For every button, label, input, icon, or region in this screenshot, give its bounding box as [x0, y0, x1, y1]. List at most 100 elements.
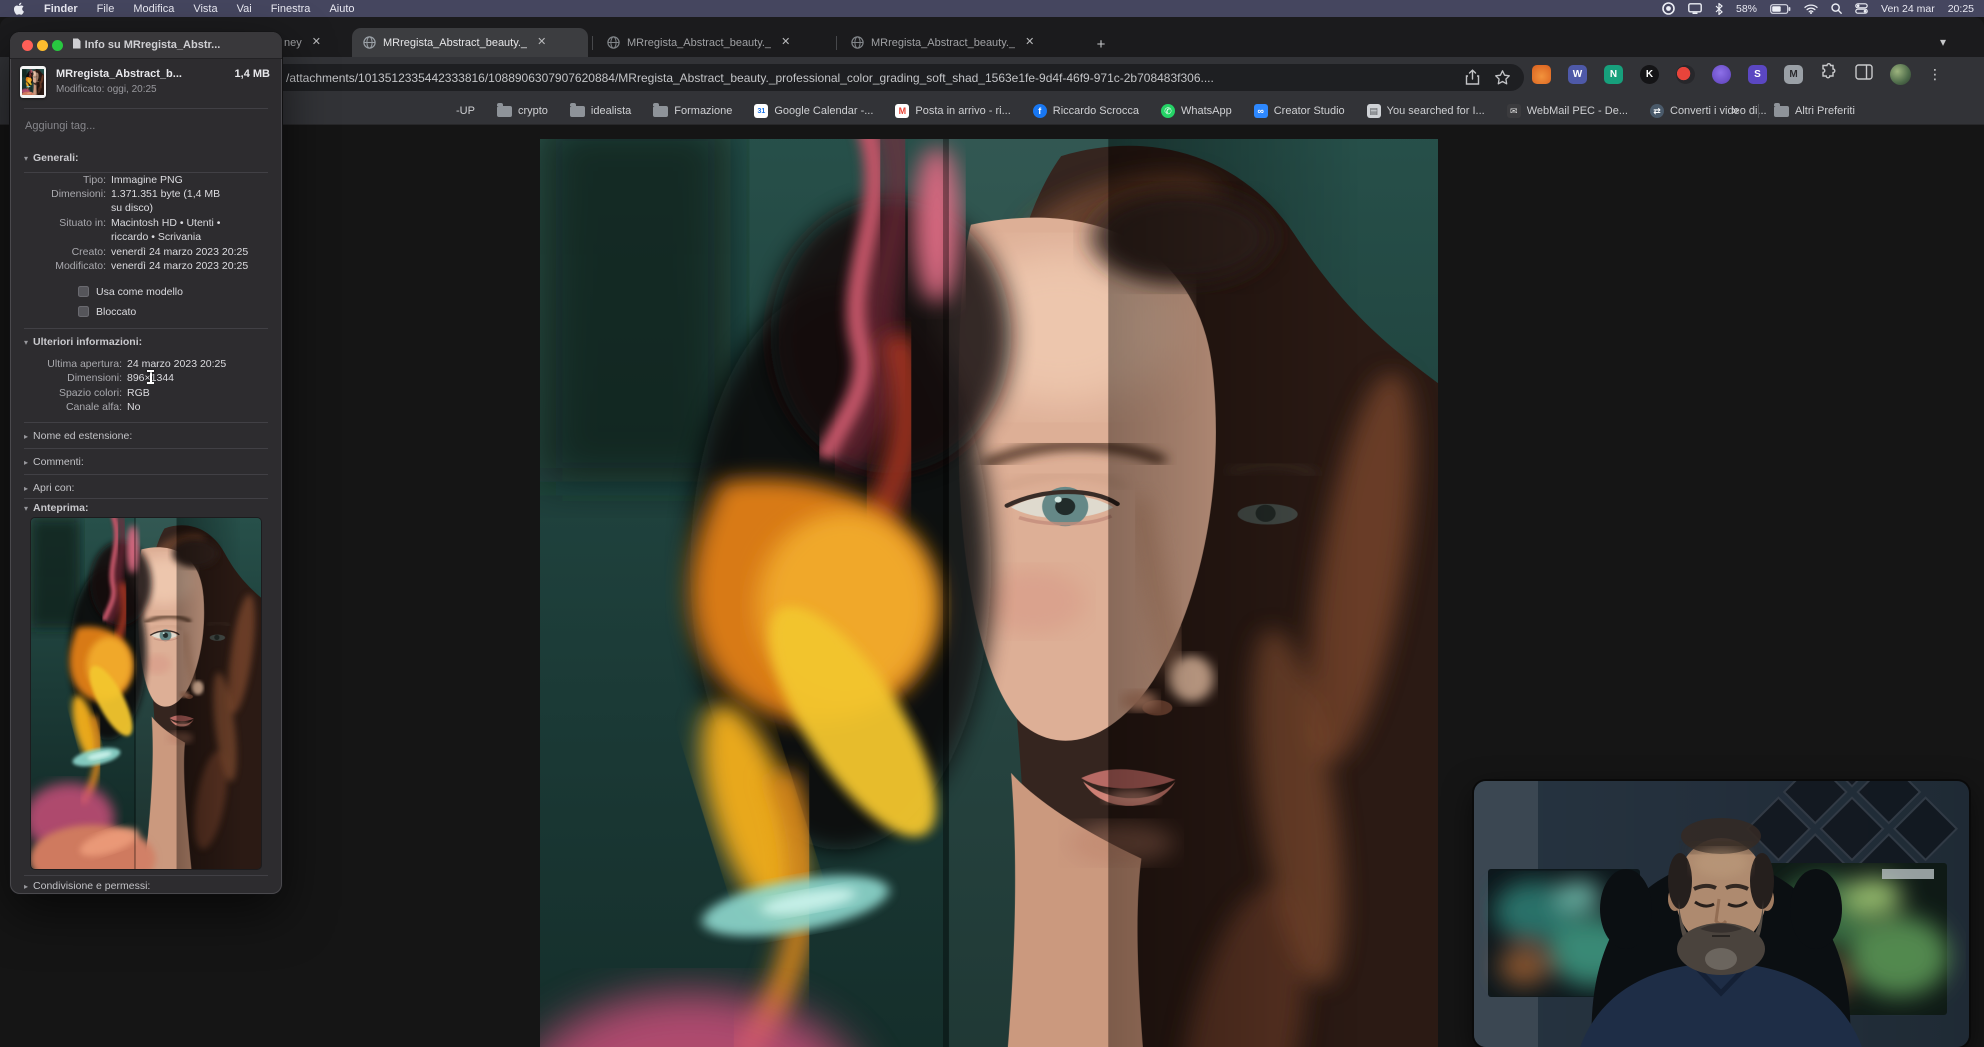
tab-divider [836, 36, 837, 50]
tab-active[interactable]: MRregista_Abstract_beauty._ ✕ [352, 28, 588, 57]
menu-item-file[interactable]: File [97, 3, 115, 15]
portrait-artwork [540, 139, 1438, 1047]
section-commenti[interactable]: ▸ Commenti: [24, 456, 84, 468]
tab-2[interactable]: MRregista_Abstract_beauty._ ✕ [596, 28, 832, 57]
url-text[interactable]: /attachments/1013512335442333816/1088906… [286, 71, 1460, 85]
section-nome-ed-estensione[interactable]: ▸ Nome ed estensione: [24, 430, 132, 442]
folder-icon [569, 102, 585, 117]
webcam-video [1474, 781, 1969, 1047]
converter-icon: ⇄ [1650, 104, 1664, 118]
s-extension-icon[interactable]: S [1748, 65, 1767, 84]
checkbox-bloccato[interactable] [78, 306, 89, 317]
checkbox-usa-come-modello[interactable] [78, 286, 89, 297]
tab-favicon [851, 36, 864, 49]
bookmark-item[interactable]: -UP [436, 104, 475, 118]
control-center-icon[interactable] [1855, 3, 1868, 14]
tab-close-icon[interactable]: ✕ [781, 37, 790, 48]
tab-search-chevron-icon[interactable]: ▾ [1940, 35, 1946, 49]
wifi-icon[interactable] [1804, 4, 1818, 14]
facebook-icon: f [1032, 104, 1047, 118]
tab-label: MRregista_Abstract_beauty._ [627, 36, 772, 49]
menu-item-finestra[interactable]: Finestra [271, 3, 311, 15]
spotlight-search-icon[interactable] [1831, 3, 1842, 14]
bookmark-whatsapp[interactable]: ✆ WhatsApp [1160, 104, 1232, 118]
tab-hidden-partial[interactable]: ney ✕ [270, 28, 350, 57]
bookmark-webmail-pec[interactable]: ✉ WebMail PEC - De... [1506, 104, 1628, 118]
menu-item-finder[interactable]: Finder [44, 3, 78, 15]
m-extension-icon[interactable]: M [1784, 65, 1803, 84]
checkbox-label: Usa come modello [96, 286, 183, 298]
main-viewed-image[interactable] [540, 139, 1438, 1047]
bluetooth-icon[interactable] [1715, 2, 1723, 15]
display-menu-icon[interactable] [1688, 3, 1702, 14]
key-extension-icon[interactable] [1676, 65, 1695, 84]
menu-item-vai[interactable]: Vai [237, 3, 252, 15]
bookmark-star-icon[interactable] [1494, 69, 1511, 86]
bookmark-label: WhatsApp [1180, 105, 1232, 117]
bookmark-label: Riccardo Scrocca [1052, 105, 1139, 117]
bookmarks-divider [1758, 104, 1759, 118]
folder-icon [496, 102, 512, 117]
section-condivisione-e-permessi[interactable]: ▸ Condivisione e permessi: [24, 880, 150, 892]
k-extension-icon[interactable]: K [1640, 65, 1659, 84]
info-value: su disco) [111, 202, 154, 214]
address-bar[interactable]: /attachments/1013512335442333816/1088906… [268, 64, 1524, 91]
section-generali[interactable]: ▾ Generali: [24, 152, 79, 164]
window-title-bar[interactable]: Info su MRregista_Abstr... [10, 32, 282, 59]
bookmark-label: Posta in arrivo - ri... [915, 105, 1011, 117]
bookmark-folder-idealista[interactable]: idealista [569, 102, 631, 117]
window-title: Info su MRregista_Abstr... [10, 38, 282, 51]
menu-item-vista[interactable]: Vista [193, 3, 217, 15]
browser-toolbar: /attachments/1013512335442333816/1088906… [0, 57, 1984, 98]
orange-extension-icon[interactable] [1532, 65, 1551, 84]
bookmark-label: Altri Preferiti [1795, 105, 1855, 117]
menu-item-modifica[interactable]: Modifica [133, 3, 174, 15]
section-anteprima[interactable]: ▾ Anteprima: [24, 502, 88, 514]
info-value: riccardo • Scrivania [111, 231, 202, 243]
tab-close-icon[interactable]: ✕ [312, 37, 321, 48]
info-key: Canale alfa: [65, 401, 122, 413]
bookmark-label: You searched for I... [1386, 105, 1485, 117]
tab-close-icon[interactable]: ✕ [1025, 37, 1034, 48]
tab-3[interactable]: MRregista_Abstract_beauty._ ✕ [840, 28, 1076, 57]
section-apri-con[interactable]: ▸ Apri con: [24, 482, 74, 494]
profile-avatar[interactable] [1890, 64, 1911, 85]
info-value: Immagine PNG [111, 174, 183, 186]
bookmark-facebook-profile[interactable]: f Riccardo Scrocca [1032, 104, 1139, 118]
n-extension-icon[interactable]: N [1604, 65, 1623, 84]
bookmark-label: WebMail PEC - De... [1526, 105, 1628, 117]
battery-icon[interactable] [1770, 3, 1791, 14]
chevron-right-icon: ▸ [24, 458, 29, 467]
bookmark-folder-formazione[interactable]: Formazione [653, 102, 732, 117]
tab-close-icon[interactable]: ✕ [537, 37, 546, 48]
share-icon[interactable] [1464, 69, 1481, 86]
wave-extension-icon[interactable]: W [1568, 65, 1587, 84]
webcam-overlay [1474, 781, 1969, 1047]
divider [24, 108, 268, 109]
bookmark-video-converter[interactable]: ⇄ Converti i video di... [1650, 104, 1767, 118]
info-key: Modificato: [55, 260, 106, 272]
extensions-row: W N K S M ⋮ [1532, 63, 1942, 86]
side-panel-icon[interactable] [1855, 64, 1873, 85]
menu-bar-date[interactable]: Ven 24 mar [1881, 3, 1935, 15]
new-tab-button[interactable]: + [1090, 33, 1112, 55]
bookmark-creator-studio[interactable]: ∞ Creator Studio [1253, 104, 1345, 118]
extensions-puzzle-icon[interactable] [1820, 63, 1838, 86]
bookmark-folder-crypto[interactable]: crypto [496, 102, 548, 117]
bookmarks-overflow-chevron[interactable]: » [1732, 103, 1739, 117]
apple-menu-icon[interactable] [14, 2, 25, 15]
menu-item-aiuto[interactable]: Aiuto [329, 3, 354, 15]
bookmark-search-result[interactable]: ▤ You searched for I... [1366, 104, 1485, 118]
bookmark-google-calendar[interactable]: 31 Google Calendar -... [754, 104, 873, 118]
bookmark-gmail-inbox[interactable]: M Posta in arrivo - ri... [895, 104, 1011, 118]
add-tags-field[interactable]: Aggiungi tag... [25, 120, 95, 132]
section-ulteriori-informazioni[interactable]: ▾ Ulteriori informazioni: [24, 336, 142, 348]
macos-menu-bar: Finder File Modifica Vista Vai Finestra … [0, 0, 1984, 17]
tab-favicon [363, 36, 376, 49]
browser-menu-icon[interactable]: ⋮ [1928, 66, 1942, 83]
other-favorites-folder[interactable]: Altri Preferiti [1774, 102, 1855, 117]
info-key: Creato: [71, 246, 106, 258]
divider [24, 172, 268, 173]
purple-extension-icon[interactable] [1712, 65, 1731, 84]
record-status-icon[interactable] [1662, 2, 1675, 15]
